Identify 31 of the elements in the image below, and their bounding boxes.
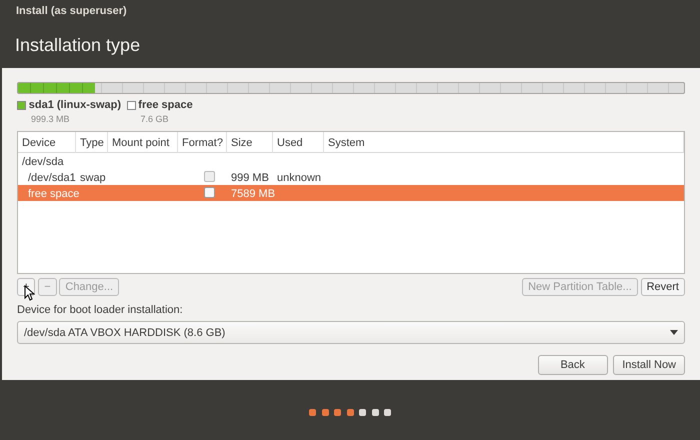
column-header[interactable]: Used	[273, 132, 324, 153]
column-header[interactable]: Size	[227, 132, 273, 153]
table-cell-text: free space	[27, 188, 80, 200]
column-header[interactable]: Format?	[178, 132, 227, 153]
button: Change...	[59, 278, 120, 296]
column-header[interactable]: System	[324, 132, 684, 153]
legend-size: 999.3 MB	[30, 113, 71, 126]
column-header[interactable]: Device	[18, 132, 76, 153]
button: −	[38, 278, 57, 296]
legend-size: 7.6 GB	[140, 113, 170, 126]
table-cell: unknown	[277, 172, 322, 184]
boot-device-dropdown[interactable]: /dev/sda ATA VBOX HARDDISK (8.6 GB)	[17, 321, 685, 344]
dropdown-arrow-icon	[670, 330, 678, 336]
button[interactable]: Revert	[640, 278, 685, 296]
table-cell: 7589 MB	[231, 188, 276, 200]
legend-label: sda1 (linux-swap)	[28, 98, 122, 113]
window-title: Install (as superuser)	[15, 4, 128, 19]
button: New Partition Table...	[522, 278, 638, 296]
page-title: Installation type	[14, 34, 142, 57]
button[interactable]: Back	[538, 355, 608, 376]
table-cell: 999 MB	[231, 172, 269, 184]
cursor-icon	[24, 284, 35, 300]
column-header[interactable]: Type	[76, 132, 108, 153]
table-cell: /dev/sda	[22, 156, 64, 168]
table-cell-text: /dev/sda1	[27, 172, 76, 184]
format-checkbox[interactable]	[204, 186, 215, 198]
legend-label: free space	[138, 98, 193, 113]
field-label: Device for boot loader installation:	[17, 303, 184, 318]
column-header[interactable]: Mount point	[108, 132, 178, 153]
table-cell: swap	[80, 172, 106, 184]
button[interactable]: Install Now	[613, 355, 685, 376]
